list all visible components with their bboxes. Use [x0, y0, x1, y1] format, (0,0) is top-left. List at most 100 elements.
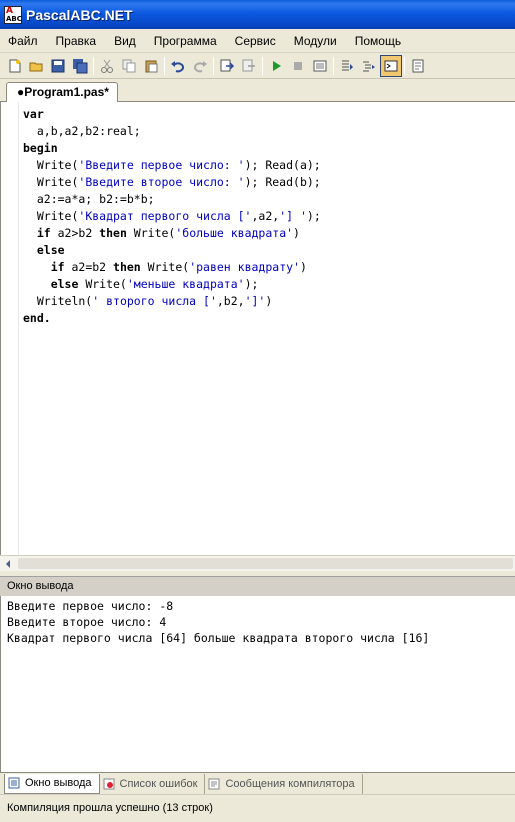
code-token: a2=b2 [64, 260, 114, 274]
keyword: else [23, 243, 65, 257]
output-window-icon[interactable] [380, 54, 402, 77]
code-token: a,b,a2,b2:real; [23, 124, 141, 138]
code-line: else Write('меньше квадрата'); [23, 276, 321, 293]
code-line: if a2=b2 then Write('равен квадрату') [23, 259, 321, 276]
code-token: ,a2, [251, 209, 280, 223]
status-bar: Компиляция прошла успешно (13 строк) [0, 794, 515, 822]
code-token: ); [244, 277, 259, 291]
output-line: Введите первое число: -8 [7, 599, 174, 613]
string-literal: ' второго числа [' [92, 294, 217, 308]
code-area[interactable]: var a,b,a2,b2:real; begin Write('Введите … [23, 106, 321, 327]
editor-tab-strip: ●Program1.pas* [0, 79, 515, 102]
code-line: else [23, 242, 321, 259]
code-line: var [23, 106, 321, 123]
tab-label: ●Program1.pas* [17, 85, 109, 99]
save-all-icon[interactable] [69, 55, 91, 77]
scroll-left-icon[interactable] [0, 556, 16, 571]
paste-icon[interactable] [140, 55, 162, 77]
code-line: end. [23, 310, 321, 327]
output-text: Введите первое число: -8 Введите второе ч… [7, 598, 429, 646]
string-literal: 'меньше квадрата' [126, 277, 245, 291]
toolbar-separator [262, 56, 263, 75]
output-panel-header: Окно вывода [0, 576, 515, 596]
output-icon [8, 777, 20, 789]
code-token: ,b2, [216, 294, 245, 308]
status-text: Компиляция прошла успешно (13 строк) [7, 802, 213, 814]
toolbar-separator [164, 56, 165, 75]
run-icon[interactable] [265, 55, 287, 77]
keyword: then [99, 226, 127, 240]
string-literal: 'больше квадрата' [175, 226, 294, 240]
code-token: ); Read(a); [244, 158, 321, 172]
stop-icon[interactable] [287, 55, 309, 77]
bottom-panel-tabs: Окно вывода Список ошибок Сообщения компил… [0, 772, 515, 794]
code-token: a2:=a*a; b2:=b*b; [23, 192, 155, 206]
code-line: if a2>b2 then Write('больше квадрата') [23, 225, 321, 242]
horizontal-scrollbar[interactable] [0, 555, 515, 571]
output-line: Квадрат первого числа [64] больше квадра… [7, 631, 430, 645]
bottom-tab-label: Окно вывода [25, 777, 92, 789]
redo-icon[interactable] [189, 55, 211, 77]
undo-icon[interactable] [167, 55, 189, 77]
find-icon[interactable] [216, 55, 238, 77]
output-line: Введите второе число: 4 [7, 615, 167, 629]
tab-program1[interactable]: ●Program1.pas* [6, 82, 118, 102]
bottom-tab-label: Список ошибок [119, 777, 198, 790]
bottom-tab-1[interactable]: Список ошибок [100, 773, 206, 794]
menu-item-0[interactable]: Файл [8, 34, 38, 48]
toolbar-separator [93, 56, 94, 75]
string-literal: '] ' [279, 209, 307, 223]
code-line: a,b,a2,b2:real; [23, 123, 321, 140]
toolbar [0, 53, 515, 79]
pascalabc-app-icon[interactable]: A ABC [4, 5, 22, 24]
keyword: var [23, 107, 44, 121]
code-line: a2:=a*a; b2:=b*b; [23, 191, 321, 208]
code-line: Writeln(' второго числа [',b2,']') [23, 293, 321, 310]
string-literal: ']' [244, 294, 266, 308]
keyword: end. [23, 311, 51, 325]
menu-item-2[interactable]: Вид [114, 34, 136, 48]
title-bar[interactable]: A ABC PascalABC.NET [0, 0, 515, 29]
code-token: Write( [23, 209, 79, 223]
code-token: Write( [140, 260, 190, 274]
output-window[interactable]: Введите первое число: -8 Введите второе ч… [0, 596, 515, 772]
menu-item-6[interactable]: Помощь [355, 34, 401, 48]
code-token: Write( [78, 277, 127, 291]
copy-icon[interactable] [118, 55, 140, 77]
toolbar-separator [213, 56, 214, 75]
code-editor[interactable]: var a,b,a2,b2:real; begin Write('Введите … [0, 102, 515, 555]
code-line: begin [23, 140, 321, 157]
toolbar-separator [333, 56, 334, 75]
string-literal: 'равен квадрату' [189, 260, 300, 274]
scrollbar-track[interactable] [18, 558, 513, 569]
code-token: ) [265, 294, 273, 308]
bottom-tab-2[interactable]: Сообщения компилятора [205, 773, 363, 794]
menu-item-5[interactable]: Модули [294, 34, 337, 48]
debug-step-icon[interactable] [336, 55, 358, 77]
code-line: Write('Введите второе число: '); Read(b)… [23, 174, 321, 191]
toolbar-separator [404, 56, 405, 75]
compiler-messages-icon [208, 778, 220, 790]
window-title: PascalABC.NET [26, 6, 133, 23]
code-line: Write('Введите первое число: '); Read(a)… [23, 157, 321, 174]
format-code-icon[interactable] [358, 55, 380, 77]
string-literal: 'Введите первое число: ' [78, 158, 245, 172]
string-literal: 'Введите второе число: ' [78, 175, 245, 189]
code-token: a2>b2 [50, 226, 100, 240]
menu-item-1[interactable]: Правка [56, 34, 97, 48]
menu-item-4[interactable]: Сервис [235, 34, 276, 48]
cut-icon[interactable] [96, 55, 118, 77]
properties-icon[interactable] [407, 55, 429, 77]
bottom-tab-0[interactable]: Окно вывода [4, 773, 100, 794]
menu-item-3[interactable]: Программа [154, 34, 217, 48]
save-icon[interactable] [47, 55, 69, 77]
compile-icon[interactable] [309, 55, 331, 77]
editor-gutter [1, 102, 19, 555]
replace-icon[interactable] [238, 55, 260, 77]
open-folder-icon[interactable] [25, 55, 47, 77]
bottom-tab-label: Сообщения компилятора [225, 777, 355, 790]
code-token: ); Read(b); [244, 175, 321, 189]
new-file-icon[interactable] [3, 55, 25, 77]
code-token: Write( [23, 175, 79, 189]
keyword: if [23, 260, 65, 274]
